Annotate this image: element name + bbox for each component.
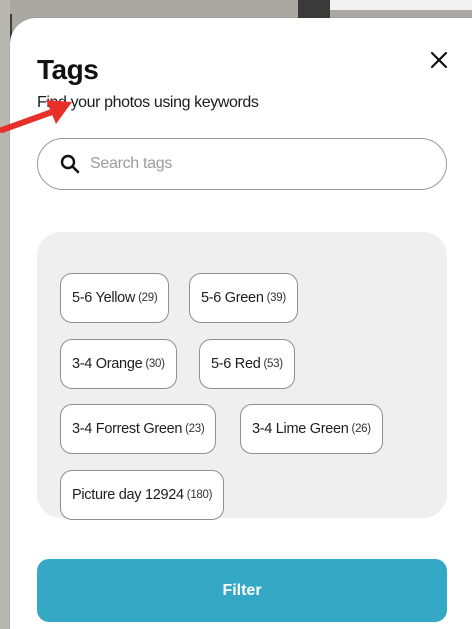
tag-count: (26)	[351, 423, 372, 435]
tag-chip[interactable]: 5-6 Green (39)	[189, 273, 298, 323]
tag-count: (53)	[263, 358, 284, 370]
tag-chip[interactable]: 3-4 Orange (30)	[60, 339, 177, 389]
tag-count: (29)	[138, 292, 158, 304]
tag-count: (180)	[186, 489, 213, 501]
page-title: Tags	[37, 54, 99, 85]
close-icon	[430, 51, 448, 69]
search-bar[interactable]	[37, 138, 447, 190]
tag-count: (23)	[185, 423, 205, 435]
search-input[interactable]	[88, 154, 392, 174]
annotation-arrow-icon	[0, 100, 72, 133]
tag-chip[interactable]: 5-6 Red (53)	[199, 339, 295, 389]
tag-count: (30)	[145, 358, 165, 370]
filter-button[interactable]: Filter	[37, 559, 447, 622]
tag-label: 5-6 Green	[201, 290, 264, 306]
background-light-block	[330, 0, 472, 10]
close-button[interactable]	[427, 48, 451, 72]
tag-label: 5-6 Red	[211, 356, 261, 372]
tag-label: 5-6 Yellow	[72, 290, 136, 306]
search-icon	[60, 154, 80, 174]
tag-label: 3-4 Orange	[72, 356, 143, 372]
tag-chip[interactable]: Picture day 12924 (180)	[60, 470, 225, 520]
tag-chip[interactable]: 3-4 Forrest Green (23)	[60, 404, 217, 454]
tag-chip[interactable]: 5-6 Yellow (29)	[60, 273, 170, 323]
background-top-bar	[10, 0, 298, 14]
tags-panel: 5-6 Yellow (29) 5-6 Green (39) 3-4 Orange(…	[37, 232, 447, 520]
tag-label: 3-4 Lime Green	[252, 421, 349, 437]
tag-label: 3-4 Forrest Green	[72, 421, 183, 437]
tag-chip[interactable]: 3-4 Lime Green (26)	[240, 404, 383, 454]
tag-count: (39)	[266, 292, 287, 304]
tags-sheet: Tags Find your photos using keywords 5-6…	[10, 18, 472, 629]
tag-label: Picture day 12924	[72, 487, 184, 503]
